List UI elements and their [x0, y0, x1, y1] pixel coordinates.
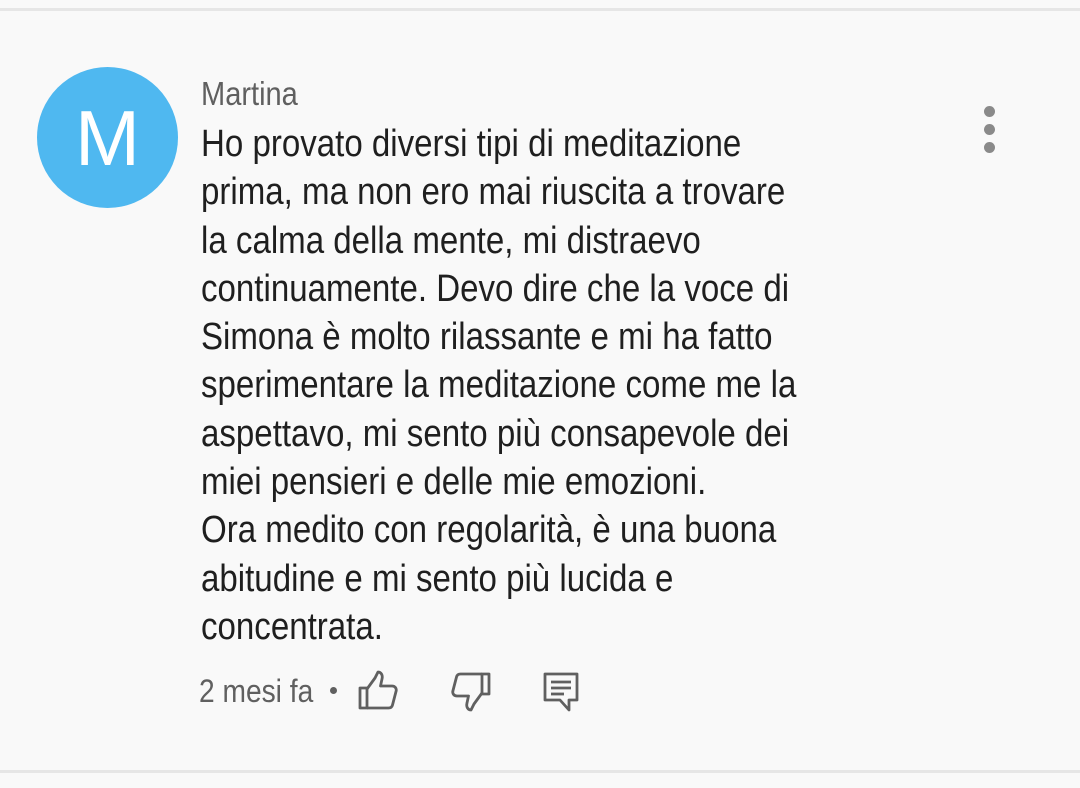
timestamp: 2 mesi fa [199, 673, 314, 709]
top-divider [0, 8, 1080, 11]
dislike-button[interactable] [447, 668, 493, 714]
more-vert-icon [984, 106, 995, 117]
comment-screen: M Martina Ho provato diversi tipi di med… [0, 0, 1080, 788]
reply-button[interactable] [538, 668, 584, 714]
author-name[interactable]: Martina [201, 74, 298, 114]
like-button[interactable] [356, 668, 402, 714]
separator-dot [330, 687, 337, 694]
bottom-divider [0, 770, 1080, 773]
more-vert-icon-dot [984, 124, 995, 135]
comment-text: Ho provato diversi tipi di meditazione p… [201, 123, 797, 648]
more-options-button[interactable] [970, 100, 1010, 160]
comment-actions: 2 mesi fa [199, 668, 619, 714]
more-vert-icon-dot [984, 142, 995, 153]
thumbs-down-icon [451, 672, 491, 712]
avatar[interactable]: M [37, 67, 178, 208]
thumbs-up-icon [358, 670, 398, 710]
comment-icon [543, 672, 579, 712]
